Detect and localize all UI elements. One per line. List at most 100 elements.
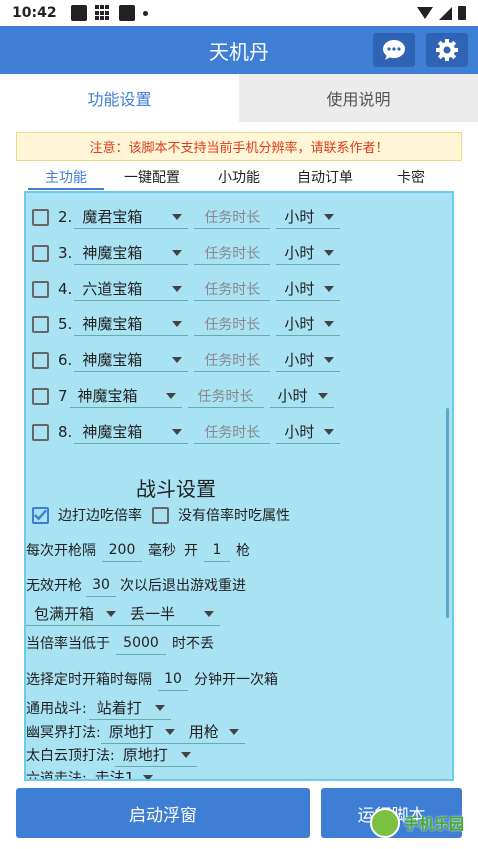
start-float-window-button[interactable]: 启动浮窗 xyxy=(16,788,310,838)
invalid-fire-input[interactable]: 30 xyxy=(86,573,116,597)
box-type-dropdown[interactable]: 神魔宝箱 xyxy=(74,312,189,336)
box-row: 8. 神魔宝箱 任务时长 小时 xyxy=(32,419,341,445)
settings-button[interactable] xyxy=(426,33,468,67)
main-settings-panel[interactable]: 2. 魔君宝箱 任务时长 小时 3. 神魔宝箱 任务时长 小时 4. 六道宝箱 任务时长 小时 5. 神魔… xyxy=(24,191,454,781)
fire-count-input[interactable]: 1 xyxy=(204,538,230,562)
bag-full-value: 包满开箱 xyxy=(34,605,95,623)
chevron-down-icon xyxy=(324,249,335,256)
task-duration-input[interactable]: 任务时长 xyxy=(194,205,271,229)
box-row-checkbox[interactable] xyxy=(32,351,49,369)
box-row-checkbox[interactable] xyxy=(32,244,49,262)
box-type-dropdown[interactable]: 神魔宝箱 xyxy=(74,420,189,444)
fire-interval-input[interactable]: 200 xyxy=(102,538,142,562)
app-title: 天机丹 xyxy=(209,39,269,64)
subtab-small-functions[interactable]: 小功能 xyxy=(196,164,282,190)
duration-unit-dropdown[interactable]: 小时 xyxy=(269,384,334,408)
duration-unit-dropdown[interactable]: 小时 xyxy=(276,312,341,336)
box-type-dropdown[interactable]: 神魔宝箱 xyxy=(74,241,189,265)
task-duration-input[interactable]: 任务时长 xyxy=(194,312,271,336)
tab-function-settings[interactable]: 功能设置 xyxy=(0,74,239,122)
duration-unit-dropdown[interactable]: 小时 xyxy=(276,205,341,229)
liudao-dropdown[interactable]: 走法1 xyxy=(87,766,159,781)
subtab-one-click-config[interactable]: 一键配置 xyxy=(108,164,196,190)
chevron-down-icon xyxy=(172,213,183,220)
wifi-icon xyxy=(417,7,433,19)
chevron-down-icon xyxy=(324,213,335,220)
box-row: 6. 神魔宝箱 任务时长 小时 xyxy=(32,347,341,373)
liudao-value: 走法1 xyxy=(94,769,135,781)
ghost-weapon-dropdown[interactable]: 用枪 xyxy=(180,720,245,744)
eat-multiplier-label: 边打边吃倍率 xyxy=(58,508,142,524)
invalid-fire-label: 无效开枪 xyxy=(26,578,82,594)
box-type-dropdown[interactable]: 神魔宝箱 xyxy=(69,384,182,408)
chevron-down-icon xyxy=(228,728,239,735)
watermark-logo-icon xyxy=(370,808,400,838)
subtab-card-key[interactable]: 卡密 xyxy=(368,164,454,190)
task-duration-input[interactable]: 任务时长 xyxy=(187,384,264,408)
multiplier-suffix: 时不丢 xyxy=(172,636,214,652)
box-row-number: 6. xyxy=(58,351,73,369)
drop-mode-dropdown[interactable]: 丢一半 xyxy=(122,602,220,626)
general-battle-dropdown[interactable]: 站着打 xyxy=(88,696,171,720)
box-type-dropdown[interactable]: 六道宝箱 xyxy=(74,277,189,301)
duration-unit-dropdown[interactable]: 小时 xyxy=(276,277,341,301)
box-row-number: 7 xyxy=(58,387,68,405)
taibai-dropdown[interactable]: 原地打 xyxy=(114,743,197,767)
ghost-realm-dropdown[interactable]: 原地打 xyxy=(100,720,181,744)
taibai-label: 太白云顶打法: xyxy=(26,748,115,764)
watermark-text: 手机乐园 xyxy=(404,814,465,833)
liudao-label: 六道走法: xyxy=(26,771,87,781)
task-duration-input[interactable]: 任务时长 xyxy=(194,277,271,301)
battle-options-row: 边打边吃倍率 没有倍率时吃属性 xyxy=(32,502,290,528)
timer-input[interactable]: 10 xyxy=(158,667,188,691)
subtab-main[interactable]: 主功能 xyxy=(24,164,108,190)
box-type-value: 神魔宝箱 xyxy=(77,387,138,405)
subtab-auto-order[interactable]: 自动订单 xyxy=(282,164,368,190)
chat-button[interactable] xyxy=(373,33,415,67)
box-row-checkbox[interactable] xyxy=(32,208,49,226)
more-notifications-dot-icon xyxy=(142,10,148,16)
box-type-dropdown[interactable]: 神魔宝箱 xyxy=(74,348,189,372)
resolution-warning: 注意：该脚本不支持当前手机分辨率，请联系作者！ xyxy=(16,132,462,161)
duration-unit-dropdown[interactable]: 小时 xyxy=(276,348,341,372)
chevron-down-icon xyxy=(106,610,116,617)
box-row-number: 2. xyxy=(58,208,73,226)
chevron-down-icon xyxy=(172,320,183,327)
chevron-down-icon xyxy=(172,356,183,363)
duration-unit-value: 小时 xyxy=(284,208,315,226)
box-type-dropdown[interactable]: 魔君宝箱 xyxy=(74,205,189,229)
status-time: 10:42 xyxy=(12,5,57,21)
eat-attribute-checkbox[interactable] xyxy=(152,506,169,524)
eat-multiplier-checkbox[interactable] xyxy=(32,506,49,524)
battery-icon xyxy=(458,6,466,20)
main-tabs: 功能设置 使用说明 xyxy=(0,74,478,122)
tab-instructions[interactable]: 使用说明 xyxy=(239,74,478,122)
task-duration-input[interactable]: 任务时长 xyxy=(194,348,271,372)
duration-unit-dropdown[interactable]: 小时 xyxy=(276,420,341,444)
checkmark-icon xyxy=(34,509,47,521)
fire-ms-label: 毫秒 xyxy=(148,543,176,559)
status-bar: 10:42 xyxy=(0,0,478,26)
box-row-checkbox[interactable] xyxy=(32,387,49,405)
task-duration-input[interactable]: 任务时长 xyxy=(194,241,271,265)
box-row-checkbox[interactable] xyxy=(32,315,49,333)
sub-tabs: 主功能 一键配置 小功能 自动订单 卡密 xyxy=(24,164,454,190)
box-type-value: 魔君宝箱 xyxy=(82,208,143,226)
duration-unit-value: 小时 xyxy=(284,280,315,298)
chat-bubble-icon xyxy=(383,40,405,60)
general-battle-value: 站着打 xyxy=(96,699,142,717)
chevron-down-icon xyxy=(172,285,183,292)
duration-unit-value: 小时 xyxy=(284,244,315,262)
box-row: 2. 魔君宝箱 任务时长 小时 xyxy=(32,204,341,230)
bag-full-dropdown[interactable]: 包满开箱 xyxy=(26,602,122,626)
duration-unit-dropdown[interactable]: 小时 xyxy=(276,241,341,265)
taibai-value: 原地打 xyxy=(122,746,168,764)
drop-mode-value: 丢一半 xyxy=(130,605,176,623)
multiplier-input[interactable]: 5000 xyxy=(116,631,166,655)
box-row-checkbox[interactable] xyxy=(32,280,49,298)
panel-scrollbar[interactable] xyxy=(446,408,449,618)
timer-label: 选择定时开箱时每隔 xyxy=(26,672,152,688)
task-duration-input[interactable]: 任务时长 xyxy=(194,420,271,444)
box-row-checkbox[interactable] xyxy=(32,423,49,441)
chevron-down-icon xyxy=(324,285,335,292)
